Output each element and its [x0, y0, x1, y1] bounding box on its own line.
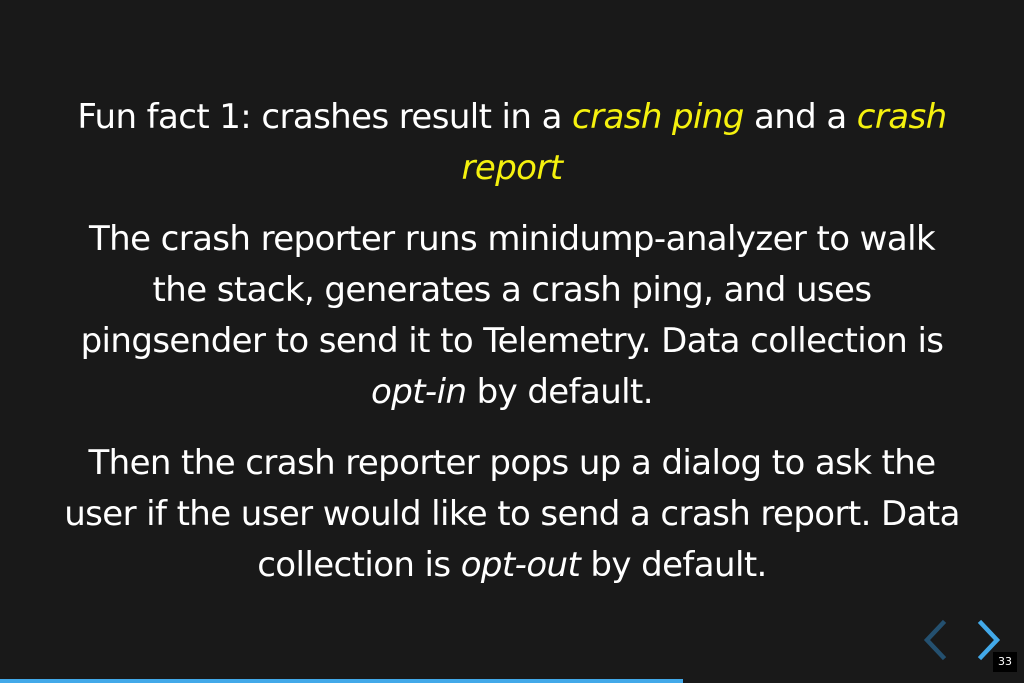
- paragraph-text-end: by default.: [466, 372, 654, 412]
- paragraph-text: The crash reporter runs minidump-analyze…: [80, 219, 944, 361]
- crash-report-paragraph: Then the crash reporter pops up a dialog…: [60, 438, 964, 591]
- slide-content: Fun fact 1: crashes result in a crash pi…: [60, 92, 964, 611]
- heading-text-joiner: and a: [743, 97, 857, 137]
- progress-bar: [0, 679, 1024, 683]
- slide: Fun fact 1: crashes result in a crash pi…: [0, 0, 1024, 683]
- slide-number: 33: [993, 652, 1017, 672]
- chevron-left-icon: [923, 619, 947, 661]
- crash-ping-paragraph: The crash reporter runs minidump-analyze…: [60, 214, 964, 418]
- emphasis-opt-out: opt-out: [460, 545, 581, 585]
- progress-bar-fill: [0, 679, 683, 683]
- prev-slide-button[interactable]: [918, 618, 956, 662]
- paragraph-text-end: by default.: [580, 545, 767, 585]
- emphasis-opt-in: opt-in: [371, 372, 467, 412]
- heading-text: Fun fact 1: crashes result in a: [77, 97, 573, 137]
- fun-fact-heading: Fun fact 1: crashes result in a crash pi…: [60, 92, 964, 194]
- highlight-crash-ping: crash ping: [572, 97, 744, 137]
